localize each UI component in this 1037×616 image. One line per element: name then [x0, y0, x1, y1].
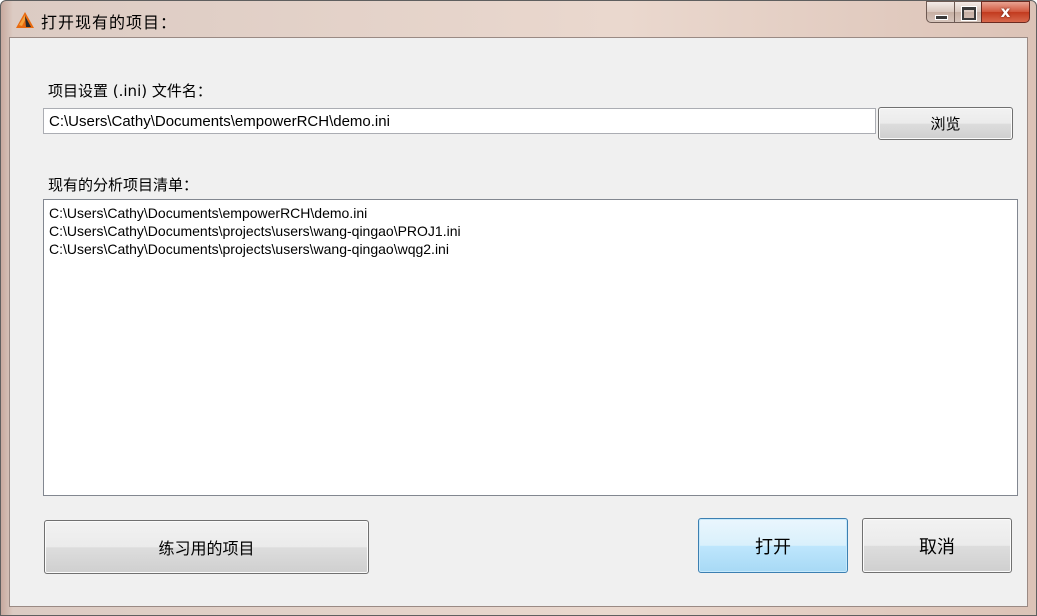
minimize-icon [935, 15, 948, 20]
title-bar[interactable]: 打开现有的项目： x [1, 1, 1036, 37]
project-listbox[interactable]: C:\Users\Cathy\Documents\empowerRCH\demo… [43, 199, 1018, 496]
project-list-label: 现有的分析项目清单： [48, 176, 199, 194]
window-title: 打开现有的项目： [41, 13, 178, 32]
close-button[interactable]: x [981, 1, 1030, 23]
file-name-input[interactable] [43, 108, 876, 134]
app-logo-icon [16, 12, 34, 28]
list-item[interactable]: C:\Users\Cathy\Documents\empowerRCH\demo… [49, 204, 1012, 222]
browse-button[interactable]: 浏览 [878, 107, 1013, 140]
list-item[interactable]: C:\Users\Cathy\Documents\projects\users\… [49, 222, 1012, 240]
maximize-button[interactable] [954, 1, 981, 23]
minimize-button[interactable] [926, 1, 954, 23]
caption-buttons: x [926, 1, 1030, 25]
open-button[interactable]: 打开 [698, 518, 848, 573]
dialog-window: 打开现有的项目： x 项目设置 (.ini) 文件名： 浏览 现有的分析项目清单… [0, 0, 1037, 616]
dialog-client-area: 项目设置 (.ini) 文件名： 浏览 现有的分析项目清单： C:\Users\… [9, 37, 1028, 607]
practice-project-button[interactable]: 练习用的项目 [44, 520, 369, 574]
file-name-label: 项目设置 (.ini) 文件名： [48, 82, 212, 100]
maximize-icon [962, 7, 976, 20]
close-icon: x [1000, 3, 1011, 21]
cancel-button[interactable]: 取消 [862, 518, 1012, 573]
list-item[interactable]: C:\Users\Cathy\Documents\projects\users\… [49, 240, 1012, 258]
